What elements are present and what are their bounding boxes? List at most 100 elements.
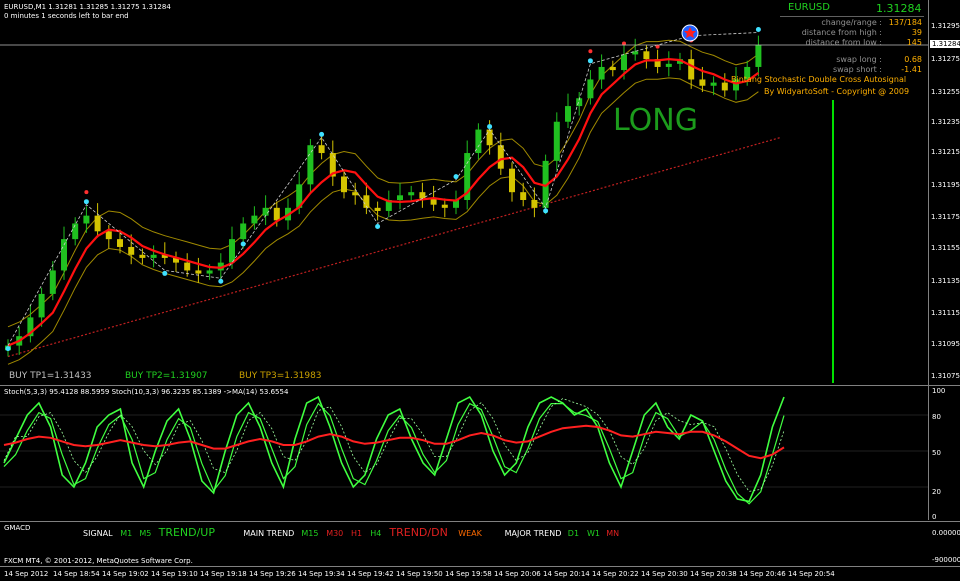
info-value: 39 (911, 28, 922, 37)
price-tick: 1.31075 (931, 372, 960, 380)
price-tick: 1.31195 (931, 181, 960, 189)
stoch-tick: 50 (932, 449, 941, 457)
info-panel: EURUSD 1.31284 change/range : 137/184 dist… (778, 2, 926, 74)
stoch-tick: 80 (932, 413, 941, 421)
gmacd-signal: H4 (370, 529, 382, 538)
stoch-ma-line (3, 424, 785, 460)
price-tick: 1.31095 (931, 340, 960, 348)
time-tick: 14 Sep 2012 (4, 570, 49, 578)
gmacd-signal: M5 (139, 529, 152, 538)
candle-body (229, 239, 235, 263)
candle-body (497, 145, 504, 169)
time-tick: 14 Sep 20:30 (641, 570, 688, 578)
stoch-main-line (3, 395, 785, 503)
bar-timer: 0 minutes 1 seconds left to bar end (4, 12, 129, 20)
swing-marker (375, 223, 381, 229)
panel-separator-2 (0, 521, 960, 522)
stochastic-chart[interactable] (0, 386, 928, 521)
candle-body (195, 270, 202, 274)
candle-body (374, 207, 381, 211)
info-label: distance from high : (801, 28, 882, 37)
candle-body (520, 192, 527, 200)
candle-body (643, 51, 650, 60)
footer-copyright: FXCM MT4, © 2001-2012, MetaQuotes Softwa… (4, 557, 193, 565)
price-tick: 1.31215 (931, 148, 960, 156)
candle-body (318, 145, 325, 154)
candle-body (441, 204, 448, 208)
candle-body (150, 254, 157, 258)
price-chart[interactable] (0, 0, 928, 385)
gmacd-signal: M15 (301, 529, 319, 538)
gmacd-signal: M1 (120, 529, 133, 538)
info-divider (780, 16, 924, 17)
price-tick: 1.31175 (931, 213, 960, 221)
candle-body (699, 79, 706, 86)
gmacd-axis-zero: 0.000000 (932, 529, 960, 537)
candle-body (184, 262, 191, 271)
swing-marker (240, 241, 246, 247)
price-tick: 1.31275 (931, 55, 960, 63)
time-tick: 14 Sep 20:06 (494, 570, 541, 578)
candle-body (341, 176, 347, 193)
candle-body (72, 223, 79, 240)
info-label: swap short : (832, 65, 882, 74)
gmacd-signal: M30 (326, 529, 344, 538)
price-axis-separator (928, 0, 929, 520)
time-tick: 14 Sep 20:22 (592, 570, 639, 578)
gmacd-group-label: SIGNAL (83, 529, 113, 538)
gmacd-axis-min: -9000000 (932, 556, 960, 564)
gmacd-signal: H1 (351, 529, 363, 538)
swing-marker (487, 124, 493, 130)
candle-body (240, 223, 247, 240)
candle-body (565, 106, 571, 122)
candle-body (251, 215, 258, 224)
symbol-line: EURUSD,M1 1.31281 1.31285 1.31275 1.3128… (4, 3, 171, 11)
candle-body (206, 270, 213, 274)
envelope-band-up (7, 39, 759, 328)
candle-body (307, 145, 314, 185)
candle-body (128, 246, 135, 255)
time-tick: 14 Sep 19:34 (298, 570, 345, 578)
candle-body (688, 59, 695, 80)
current-price-tag: 1.31284 (930, 40, 960, 48)
candle-body (352, 192, 359, 196)
candle-body (587, 79, 594, 99)
stoch-slow-line (3, 402, 785, 505)
candle-body (273, 207, 280, 221)
time-tick: 14 Sep 19:10 (151, 570, 198, 578)
time-tick: 14 Sep 20:38 (690, 570, 737, 578)
price-tick: 1.31135 (931, 277, 960, 285)
time-tick: 14 Sep 19:50 (396, 570, 443, 578)
price-tick: 1.31115 (931, 309, 960, 317)
peak-marker (588, 49, 593, 54)
candle-body (609, 66, 616, 71)
time-tick: 14 Sep 19:18 (200, 570, 247, 578)
time-tick: 14 Sep 19:02 (102, 570, 149, 578)
candle-body (486, 129, 493, 146)
swing-marker (319, 131, 325, 137)
info-value: 145 (906, 38, 922, 47)
candle-body (83, 215, 90, 224)
peak-marker (84, 190, 89, 195)
candle-body (408, 192, 415, 196)
swing-marker (162, 270, 168, 276)
gmacd-group-label: MAJOR TREND (504, 529, 562, 538)
time-tick: 14 Sep 20:14 (543, 570, 590, 578)
stoch-tick: 100 (932, 387, 946, 395)
panel-separator-3 (0, 566, 960, 567)
candle-body (621, 54, 627, 71)
stoch-header: Stoch(5,3,3) 95.4128 88.5959 Stoch(10,3,… (4, 388, 289, 396)
time-tick: 14 Sep 19:42 (347, 570, 394, 578)
swing-marker (453, 174, 459, 180)
candle-body (105, 231, 112, 240)
gmacd-group-label: MAIN TREND (243, 529, 295, 538)
info-label: distance from low : (805, 38, 883, 47)
time-tick: 14 Sep 19:26 (249, 570, 296, 578)
candle-body (721, 82, 728, 91)
swing-marker (587, 58, 593, 64)
time-tick: 14 Sep 20:54 (788, 570, 835, 578)
buy-target: BUY TP1=1.31433 (9, 371, 92, 381)
candle-body (61, 239, 67, 271)
gmacd-name: GMACD (4, 524, 31, 532)
info-label: change/range : (821, 18, 882, 27)
